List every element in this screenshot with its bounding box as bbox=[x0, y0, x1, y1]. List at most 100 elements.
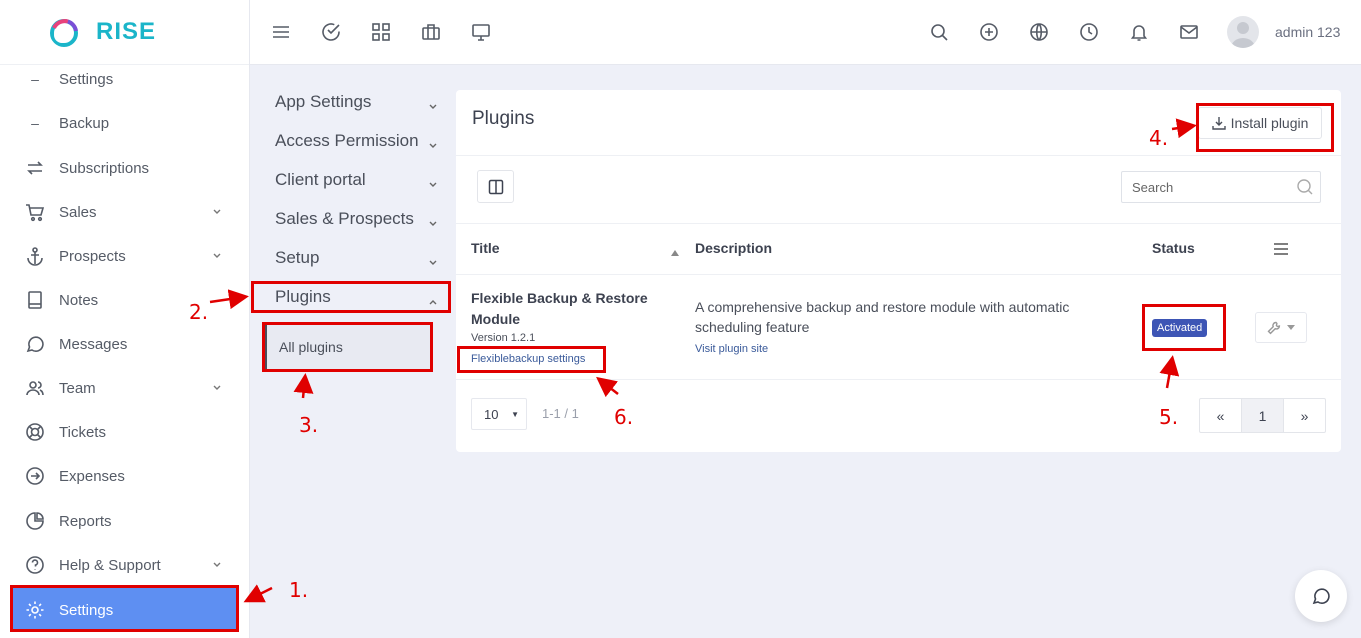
search-placeholder: Search bbox=[1132, 179, 1174, 195]
per-page-value: 10 bbox=[484, 406, 499, 422]
annotation-label-3: 3. bbox=[299, 413, 319, 437]
sidebar-item-sales[interactable]: Sales bbox=[0, 190, 250, 234]
pagination: « 1 » bbox=[1199, 398, 1326, 433]
settings-menu-access-permission[interactable]: Access Permission bbox=[262, 123, 448, 159]
chevron-down-icon bbox=[212, 204, 222, 221]
column-header-label: Title bbox=[471, 240, 500, 256]
topbar: admin 123 bbox=[250, 0, 1361, 65]
column-header-status[interactable]: Status bbox=[1152, 240, 1195, 256]
check-circle-icon[interactable] bbox=[319, 20, 343, 44]
sidebar-item-reports[interactable]: Reports bbox=[0, 499, 250, 543]
sidebar-item-settings-sub[interactable]: – Settings bbox=[0, 57, 250, 101]
plugin-actions-dropdown[interactable] bbox=[1255, 312, 1307, 343]
sidebar-item-subscriptions[interactable]: Subscriptions bbox=[0, 146, 250, 190]
columns-icon bbox=[488, 179, 504, 195]
brand-logo[interactable]: RISE bbox=[0, 0, 249, 65]
briefcase-icon[interactable] bbox=[419, 20, 443, 44]
chevron-down-icon bbox=[212, 380, 222, 397]
sidebar-item-label: Team bbox=[59, 379, 96, 397]
grid-icon[interactable] bbox=[369, 20, 393, 44]
sidebar-item-tickets[interactable]: Tickets bbox=[0, 410, 250, 454]
pie-chart-icon bbox=[24, 510, 46, 532]
brand-name: RISE bbox=[96, 18, 157, 45]
repeat-icon bbox=[24, 157, 46, 179]
annotation-label-2: 2. bbox=[189, 300, 209, 324]
first-page-button[interactable]: « bbox=[1200, 399, 1241, 432]
settings-menu-all-plugins[interactable]: All plugins bbox=[264, 324, 432, 370]
settings-menu-sales-prospects[interactable]: Sales & Prospects bbox=[262, 201, 448, 237]
column-toggle-button[interactable] bbox=[477, 170, 514, 203]
menu-icon[interactable] bbox=[1273, 242, 1289, 261]
per-page-select[interactable]: 10 ▼ bbox=[471, 398, 527, 430]
settings-menu-client-portal[interactable]: Client portal bbox=[262, 162, 448, 198]
plugin-settings-link[interactable]: Flexiblebackup settings bbox=[471, 353, 585, 365]
search-icon[interactable] bbox=[927, 20, 951, 44]
sidebar-item-notes[interactable]: Notes bbox=[0, 278, 250, 322]
sidebar-item-label: Notes bbox=[59, 291, 99, 309]
sidebar-item-backup[interactable]: – Backup bbox=[0, 101, 250, 145]
life-buoy-icon bbox=[24, 421, 46, 443]
column-header-description[interactable]: Description bbox=[695, 240, 772, 256]
sidebar-item-label: Reports bbox=[59, 512, 112, 530]
last-page-button[interactable]: » bbox=[1284, 399, 1325, 432]
annotation-label-5: 5. bbox=[1159, 405, 1179, 429]
rise-logo-icon bbox=[48, 16, 80, 48]
gear-icon bbox=[24, 599, 46, 621]
globe-icon[interactable] bbox=[1027, 20, 1051, 44]
chevron-down-icon bbox=[428, 214, 438, 234]
chevron-down-icon bbox=[212, 248, 222, 265]
clock-icon[interactable] bbox=[1077, 20, 1101, 44]
monitor-icon[interactable] bbox=[469, 20, 493, 44]
plus-circle-icon[interactable] bbox=[977, 20, 1001, 44]
sidebar-item-label: Subscriptions bbox=[59, 159, 150, 177]
page-button[interactable]: 1 bbox=[1241, 399, 1284, 432]
sidebar-item-label: Prospects bbox=[59, 247, 126, 265]
wrench-icon bbox=[1267, 321, 1281, 335]
download-icon bbox=[1211, 116, 1226, 130]
sidebar-item-label: Messages bbox=[59, 335, 128, 353]
sidebar-item-label: Sales bbox=[59, 203, 97, 221]
page-title: Plugins bbox=[472, 108, 535, 129]
chevron-down-icon bbox=[428, 97, 438, 117]
sidebar-item-label: Expenses bbox=[59, 467, 125, 485]
menu-icon[interactable] bbox=[269, 20, 293, 44]
settings-menu-app-settings[interactable]: App Settings bbox=[262, 84, 448, 120]
sidebar-item-prospects[interactable]: Prospects bbox=[0, 234, 250, 278]
book-icon bbox=[24, 289, 46, 311]
sidebar-item-expenses[interactable]: Expenses bbox=[0, 454, 250, 498]
user-name[interactable]: admin 123 bbox=[1275, 24, 1340, 40]
annotation-label-1: 1. bbox=[289, 578, 309, 602]
settings-menu-plugins[interactable]: Plugins bbox=[262, 279, 448, 315]
install-plugin-label: Install plugin bbox=[1230, 115, 1309, 131]
divider bbox=[456, 223, 1341, 224]
caret-down-icon: ▼ bbox=[511, 410, 519, 419]
install-plugin-button[interactable]: Install plugin bbox=[1198, 107, 1322, 139]
sidebar-item-messages[interactable]: Messages bbox=[0, 322, 250, 366]
chat-button[interactable] bbox=[1295, 570, 1347, 622]
sidebar-item-settings[interactable]: Settings bbox=[12, 588, 238, 632]
sidebar-item-label: Settings bbox=[59, 601, 114, 619]
status-badge: Activated bbox=[1152, 319, 1208, 337]
sidebar-item-team[interactable]: Team bbox=[0, 366, 250, 410]
sidebar-item-label: Help & Support bbox=[59, 556, 161, 574]
arrow-right-circle-icon bbox=[24, 465, 46, 487]
search-input[interactable]: Search bbox=[1121, 171, 1321, 203]
column-header-title[interactable]: Title bbox=[471, 240, 500, 256]
dash-icon: – bbox=[31, 115, 39, 131]
mail-icon[interactable] bbox=[1177, 20, 1201, 44]
sidebar-item-help-support[interactable]: Help & Support bbox=[0, 543, 250, 587]
visit-plugin-site-link[interactable]: Visit plugin site bbox=[695, 343, 768, 355]
dash-icon: – bbox=[31, 71, 39, 87]
settings-menu-label: Client portal bbox=[275, 170, 366, 189]
settings-menu-label: Access Permission bbox=[275, 131, 419, 150]
chevron-down-icon bbox=[428, 175, 438, 195]
settings-menu-sub-label: All plugins bbox=[279, 339, 343, 355]
sort-asc-icon[interactable] bbox=[671, 243, 679, 261]
settings-menu-label: Plugins bbox=[275, 287, 331, 306]
avatar[interactable] bbox=[1227, 16, 1259, 48]
anchor-icon bbox=[24, 245, 46, 267]
search-icon bbox=[1296, 178, 1314, 199]
bell-icon[interactable] bbox=[1127, 20, 1151, 44]
sidebar-item-label: Tickets bbox=[59, 423, 106, 441]
settings-menu-setup[interactable]: Setup bbox=[262, 240, 448, 276]
